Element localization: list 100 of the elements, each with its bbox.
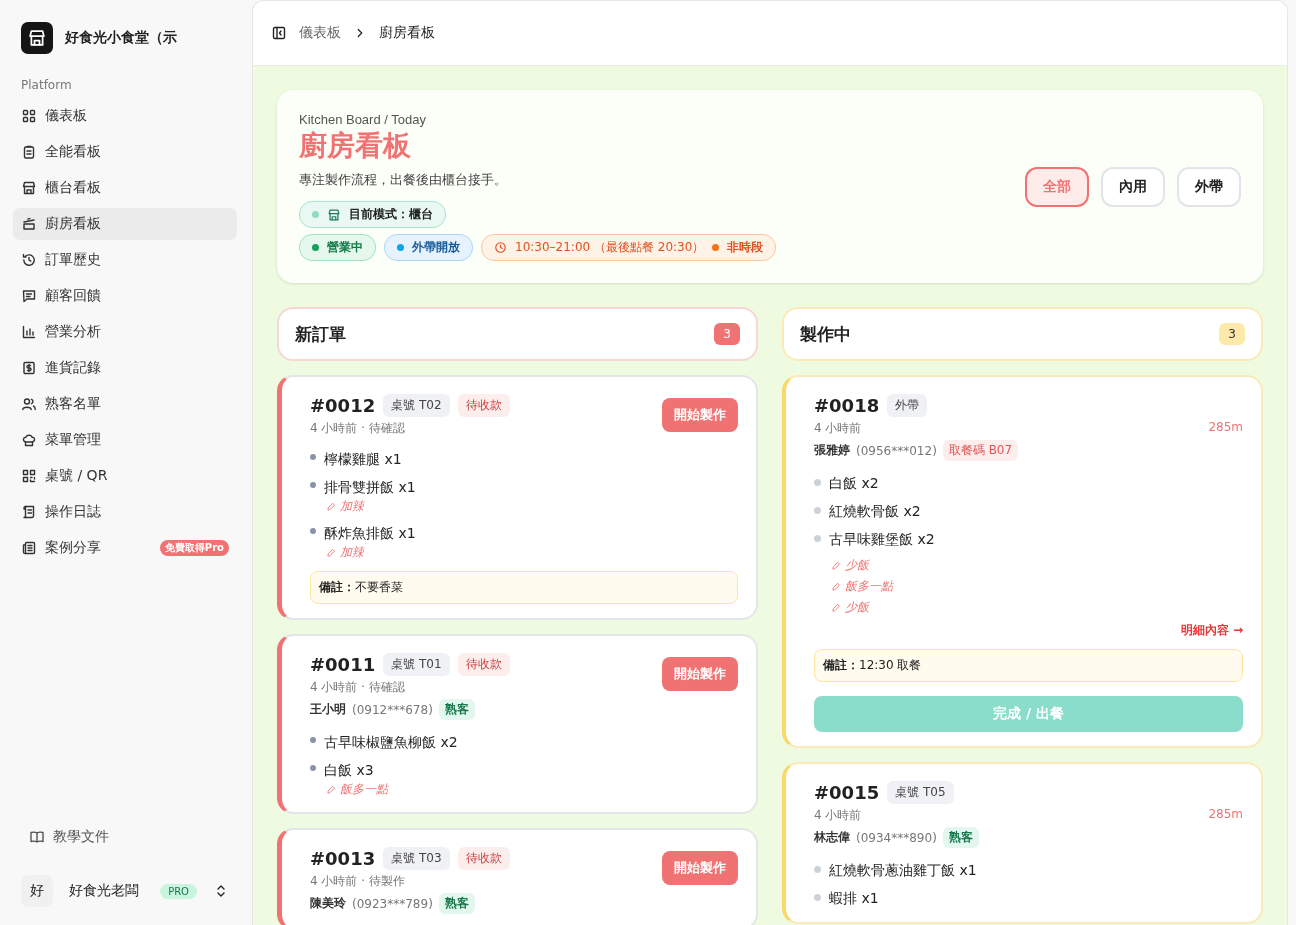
status-dot — [397, 244, 404, 251]
customer-name: 林志偉 — [814, 829, 850, 846]
mode-pill: 目前模式：櫃台 — [299, 201, 446, 228]
sidebar-item[interactable]: 儀表板 — [13, 100, 237, 132]
column-title: 新訂單 — [295, 322, 346, 346]
customer-phone: (0923***789) — [352, 896, 433, 911]
item-note: 少飯 — [829, 557, 935, 574]
item-note: 少飯 — [829, 599, 935, 616]
order-number: #0015 — [814, 782, 880, 803]
order-note: 備註：12:30 取餐 — [814, 649, 1243, 682]
order-meta: 4 小時前 — [814, 807, 863, 824]
item-note: 加辣 — [324, 498, 416, 515]
customer-tag: 熟客 — [438, 699, 475, 720]
order-note: 備註：不要香菜 — [310, 571, 738, 604]
pencil-icon — [326, 501, 336, 512]
order-tag: 待收款 — [457, 653, 510, 676]
sidebar-item[interactable]: 案例分享 免費取得Pro — [13, 532, 237, 564]
pencil-icon — [831, 581, 841, 592]
bullet-icon — [814, 866, 821, 873]
count-badge: 3 — [714, 323, 740, 345]
breadcrumb-item[interactable]: 儀表板 — [299, 24, 341, 42]
order-number: #0012 — [310, 395, 376, 416]
scroll-icon — [21, 504, 37, 520]
details-link[interactable]: 明細內容 → — [1180, 622, 1243, 639]
customer-name: 王小明 — [310, 701, 346, 718]
sidebar-item[interactable]: 桌號 / QR — [13, 460, 237, 492]
order-meta: 4 小時前 · 待確認 — [310, 679, 406, 696]
customer-tag: 取餐碼 B07 — [942, 440, 1019, 461]
brand-name: 好食光小食堂（示 — [65, 29, 177, 47]
order-tag: 桌號 T03 — [383, 847, 450, 870]
qr-code-icon — [21, 468, 37, 484]
users-icon — [21, 396, 37, 412]
bullet-icon — [814, 507, 821, 514]
page-title: 廚房看板 — [299, 128, 412, 164]
order-tag: 待收款 — [457, 394, 510, 417]
page-subtitle: 專注製作流程，出餐後由櫃台接手。 — [299, 171, 508, 189]
status-pill: 營業中 — [299, 234, 376, 261]
order-tag: 桌號 T05 — [887, 781, 954, 804]
pencil-icon — [831, 602, 841, 613]
order-item: 檸檬雞腿 x1 — [324, 451, 402, 467]
item-note: 飯多一點 — [324, 781, 388, 798]
order-item: 白飯 x2 — [829, 475, 879, 491]
filter-button[interactable]: 外帶 — [1177, 166, 1241, 207]
order-item: 古早味雞堡飯 x2 — [829, 531, 935, 547]
clock-icon — [494, 241, 507, 254]
item-note: 加辣 — [324, 544, 416, 561]
cooking-pot-icon — [21, 216, 37, 232]
sidebar-item[interactable]: 菜單管理 — [13, 424, 237, 456]
message-icon — [21, 288, 37, 304]
chef-hat-icon — [21, 432, 37, 448]
bar-chart-icon — [21, 324, 37, 340]
grid-icon — [21, 108, 37, 124]
elapsed-time: 285m — [1208, 420, 1243, 434]
history-icon — [21, 252, 37, 268]
count-badge: 3 — [1219, 323, 1245, 345]
status-dot — [312, 211, 319, 218]
bullet-icon — [814, 894, 821, 901]
elapsed-time: 285m — [1208, 807, 1243, 821]
bullet-icon — [310, 528, 316, 534]
book-icon — [29, 829, 45, 845]
item-note: 飯多一點 — [829, 578, 935, 595]
pencil-icon — [326, 784, 336, 795]
docs-link[interactable]: 教學文件 — [13, 821, 237, 853]
sidebar-item[interactable]: 熟客名單 — [13, 388, 237, 420]
bullet-icon — [310, 737, 316, 743]
customer-phone: (0956***012) — [856, 443, 937, 458]
order-item: 白飯 x3 — [324, 762, 374, 778]
sidebar-item[interactable]: 櫃台看板 — [13, 172, 237, 204]
order-tag: 待收款 — [457, 847, 510, 870]
order-number: #0018 — [814, 395, 880, 416]
sidebar-item[interactable]: 訂單歷史 — [13, 244, 237, 276]
sidebar-item[interactable]: 進貨記錄 — [13, 352, 237, 384]
order-meta: 4 小時前 — [814, 420, 863, 437]
status-dot — [312, 244, 319, 251]
store-icon — [27, 28, 47, 48]
newspaper-icon — [21, 540, 37, 556]
store-icon — [21, 180, 37, 196]
pencil-icon — [326, 547, 336, 558]
status-dot — [712, 244, 720, 251]
order-item: 紅燒軟骨飯 x2 — [829, 503, 921, 519]
clipboard-icon — [21, 144, 37, 160]
pencil-icon — [831, 560, 841, 571]
sidebar-item[interactable]: 廚房看板 — [13, 208, 237, 240]
eyebrow-text: Kitchen Board / Today — [299, 112, 427, 127]
order-item: 古早味椒鹽魚柳飯 x2 — [324, 734, 458, 750]
order-item: 酥炸魚排飯 x1 — [324, 525, 416, 541]
sidebar-item[interactable]: 營業分析 — [13, 316, 237, 348]
avatar: 好 — [21, 875, 53, 907]
bullet-icon — [814, 535, 821, 542]
sidebar-toggle-icon — [271, 25, 287, 41]
receipt-icon — [21, 360, 37, 376]
plan-badge: PRO — [160, 883, 197, 899]
customer-tag: 熟客 — [942, 827, 979, 848]
sidebar-item[interactable]: 操作日誌 — [13, 496, 237, 528]
breadcrumb-item: 廚房看板 — [379, 24, 435, 42]
customer-tag: 熟客 — [438, 893, 475, 914]
column-title: 製作中 — [800, 322, 851, 346]
filter-button[interactable]: 內用 — [1101, 166, 1165, 207]
sidebar-item[interactable]: 顧客回饋 — [13, 280, 237, 312]
sidebar-item[interactable]: 全能看板 — [13, 136, 237, 168]
